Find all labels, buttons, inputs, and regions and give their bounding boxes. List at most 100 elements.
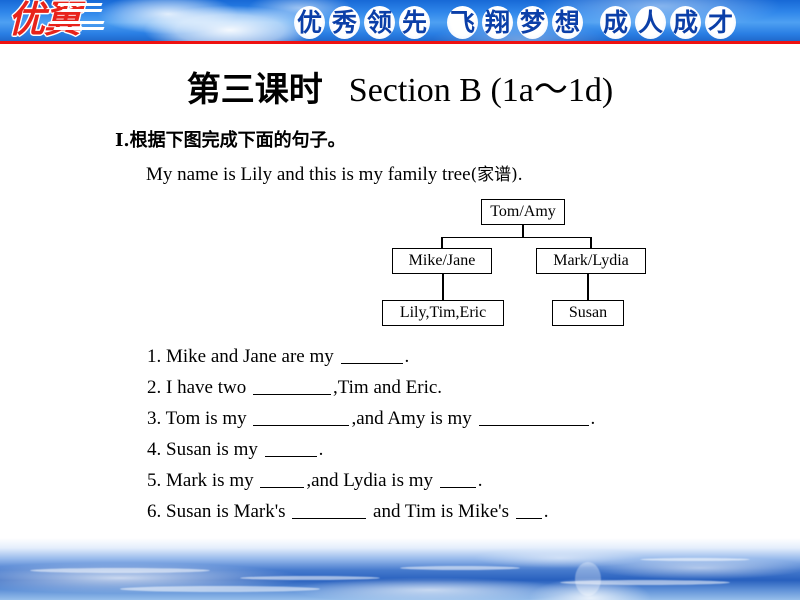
question-number: 6. [147, 501, 162, 522]
tree-node-grandparents: Tom/Amy [481, 199, 565, 225]
tree-connector-vertical [442, 274, 444, 300]
page-title-english: Section B (1a～1d) [348, 72, 614, 109]
question-text: Mike and Jane are my [166, 346, 339, 367]
tree-node-label: Mark/Lydia [553, 252, 629, 269]
answer-blank[interactable] [439, 469, 476, 488]
question-text: Mark is my [166, 470, 259, 491]
wave-streak [640, 558, 750, 561]
question-number: 5. [147, 470, 162, 491]
question-text: ,and Amy is my [351, 408, 477, 429]
slogan-char-text: 梦 [519, 7, 545, 37]
slogan-char-text: 想 [554, 7, 580, 37]
slogan-char: 成 [599, 5, 632, 40]
lead-sentence-before: My name is Lily and this is my family tr… [146, 164, 471, 185]
question-row: 1. Mike and Jane are my . [147, 341, 767, 372]
slogan-group-1: 优 秀 领 先 [292, 5, 432, 40]
question-text: and Tim is Mike's [368, 501, 514, 522]
banner-slogan: 优 秀 领 先 飞 翔 梦 想 成 人 成 才 [292, 2, 738, 42]
slogan-char: 翔 [481, 5, 514, 40]
answer-blank[interactable] [478, 407, 589, 426]
question-text: Susan is my [166, 439, 263, 460]
wave-streak [120, 586, 320, 592]
tree-node-label: Susan [568, 304, 608, 321]
question-text: . [590, 408, 596, 429]
slogan-char-text: 优 [296, 7, 322, 37]
tree-node-children-left: Lily,Tim,Eric [382, 300, 504, 326]
logo-streak [49, 21, 105, 24]
tree-node-label: Mike/Jane [408, 252, 476, 269]
question-text: Tom is my [165, 408, 252, 429]
wave-streak [240, 576, 380, 580]
logo-streak [57, 3, 103, 6]
slogan-char-text: 秀 [331, 7, 357, 37]
answer-blank[interactable] [515, 500, 542, 519]
slogan-char: 飞 [446, 5, 479, 40]
youyi-logo: 优翼 [6, 0, 128, 43]
slogan-char-text: 翔 [484, 7, 510, 37]
slogan-char: 秀 [328, 5, 361, 40]
question-text: . [543, 501, 549, 522]
slogan-char: 想 [551, 5, 584, 40]
answer-blank[interactable] [264, 438, 317, 457]
question-row: 6. Susan is Mark's and Tim is Mike's . [147, 496, 767, 527]
slogan-char-text: 先 [401, 7, 427, 37]
logo-streak [53, 27, 105, 30]
answer-blank[interactable] [260, 469, 305, 488]
tree-node-children-right: Susan [552, 300, 624, 326]
question-text: I have two [166, 377, 251, 398]
tree-node-label: Tom/Amy [490, 203, 556, 220]
answer-blank[interactable] [340, 345, 403, 364]
question-row: 4. Susan is my . [147, 434, 767, 465]
question-text: . [477, 470, 483, 491]
slogan-char-text: 才 [707, 7, 733, 37]
page-title-chinese: 第三课时 [186, 70, 323, 110]
question-row: 2. I have two ,Tim and Eric. [147, 372, 767, 403]
slogan-char: 优 [293, 5, 326, 40]
tree-node-parents-left: Mike/Jane [392, 248, 492, 274]
question-row: 5. Mark is my ,and Lydia is my . [147, 465, 767, 496]
question-number: 1. [147, 346, 162, 367]
slogan-char: 梦 [516, 5, 549, 40]
answer-blank[interactable] [252, 376, 331, 395]
question-number: 3. [147, 408, 162, 429]
slogan-char-text: 飞 [449, 7, 475, 37]
exercise-instruction: Ⅰ.根据下图完成下面的句子。 [115, 130, 346, 151]
slogan-char-text: 领 [366, 7, 392, 37]
lead-sentence-gloss: (家谱) [470, 165, 518, 185]
slogan-char-text: 人 [637, 7, 663, 37]
tree-connector-vertical [441, 236, 443, 248]
slogan-char: 领 [363, 5, 396, 40]
slogan-group-2: 飞 翔 梦 想 [445, 5, 585, 40]
question-text: . [404, 346, 410, 367]
answer-blank[interactable] [253, 407, 350, 426]
slogan-char: 成 [669, 5, 702, 40]
lead-sentence-after: . [517, 164, 523, 185]
slogan-char: 才 [704, 5, 737, 40]
slogan-group-3: 成 人 成 才 [598, 5, 738, 40]
answer-blank[interactable] [292, 500, 367, 519]
question-text: . [318, 439, 324, 460]
tree-connector-vertical [587, 274, 589, 300]
wave-streak [30, 568, 210, 573]
family-tree-diagram: Tom/Amy Mike/Jane Mark/Lydia Lily,Tim,Eric S… [370, 195, 660, 335]
question-text: Susan is Mark's [166, 501, 291, 522]
tree-node-label: Lily,Tim,Eric [399, 304, 487, 321]
question-row: 3. Tom is my ,and Amy is my . [147, 403, 767, 434]
tree-connector-horizontal [442, 236, 591, 239]
slogan-char: 先 [398, 5, 431, 40]
logo-streak [61, 9, 103, 12]
page-title: 第三课时 Section B (1a～1d) [0, 62, 800, 111]
header-banner: 优翼 优 秀 领 先 飞 翔 梦 想 成 人 成 才 [0, 0, 800, 43]
slogan-char-text: 成 [672, 7, 698, 37]
question-number: 4. [147, 439, 162, 460]
lead-sentence: My name is Lily and this is my family tr… [146, 160, 523, 186]
wave-streak [575, 562, 601, 596]
question-text: ,and Lydia is my [306, 470, 438, 491]
question-list: 1. Mike and Jane are my . 2. I have two ,… [147, 341, 767, 527]
tree-connector-vertical [590, 236, 592, 248]
ocean-footer-image [0, 538, 800, 600]
wave-streak [400, 566, 520, 570]
question-number: 2. [147, 377, 162, 398]
slogan-char-text: 成 [602, 7, 628, 37]
question-text: ,Tim and Eric. [332, 377, 443, 398]
